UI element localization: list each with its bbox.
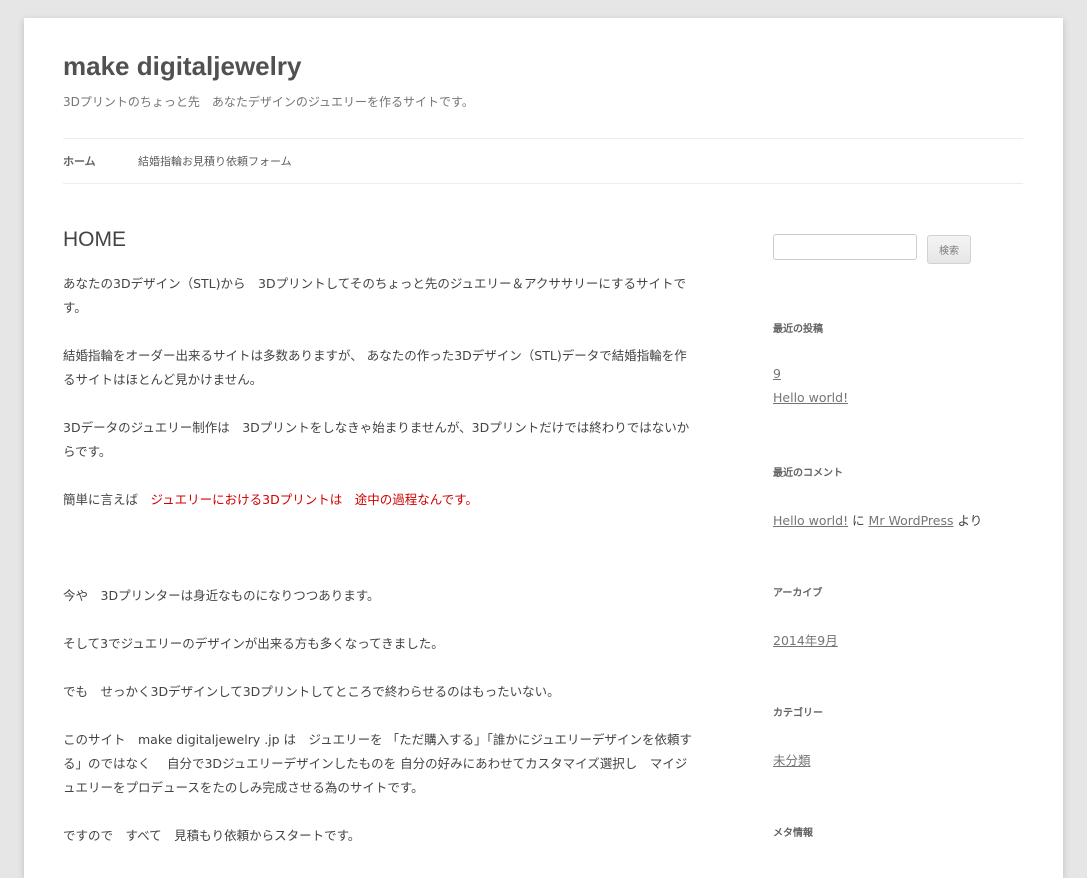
- categories-title: カテゴリー: [773, 708, 823, 719]
- paragraph: そして3でジュエリーのデザインが出来る方も多くなってきました。: [63, 636, 444, 651]
- comment-suffix: より: [953, 513, 983, 528]
- page-container: make digitaljewelry 3Dプリントのちょっと先 あなたデザイン…: [24, 18, 1063, 878]
- paragraph: ですので すべて 見積もり依頼からスタートです。: [63, 828, 361, 843]
- paragraph: 簡単に言えば ジュエリーにおける3Dプリントは 途中の過程なんです。: [63, 488, 693, 512]
- recent-comments-title: 最近のコメント: [773, 468, 843, 479]
- site-description: 3Dプリントのちょっと先 あなたデザインのジュエリーを作るサイトです。: [63, 95, 474, 109]
- entry-content: あなたの3Dデザイン（STL)から 3Dプリントしてそのちょっと先のジュエリー＆…: [63, 272, 693, 848]
- paragraph: 3Dデータのジュエリー制作は 3Dプリントをしなきゃ始まりませんが、3Dプリント…: [63, 420, 690, 459]
- paragraph-prefix: 簡単に言えば: [63, 492, 151, 507]
- paragraph: このサイト make digitaljewelry .jp は ジュエリーを 「…: [63, 732, 693, 795]
- site-title-link[interactable]: make digitaljewelry: [63, 51, 301, 82]
- paragraph: あなたの3Dデザイン（STL)から 3Dプリントしてそのちょっと先のジュエリー＆…: [63, 276, 686, 315]
- comment-connector: に: [848, 513, 869, 528]
- archives-title: アーカイブ: [773, 588, 823, 599]
- recent-post-link[interactable]: Hello world!: [773, 390, 848, 405]
- nav-item-wedding-ring-quote-form[interactable]: 結婚指輪お見積り依頼フォーム: [138, 153, 292, 169]
- meta-title: メタ情報: [773, 828, 813, 839]
- recent-post-link[interactable]: 9: [773, 366, 781, 381]
- comment-author-link[interactable]: Mr WordPress: [869, 513, 954, 528]
- recent-posts-title: 最近の投稿: [773, 324, 823, 335]
- category-link[interactable]: 未分類: [773, 750, 811, 769]
- main-content: HOME あなたの3Dデザイン（STL)から 3Dプリントしてそのちょっと先のジ…: [63, 228, 693, 872]
- search-input[interactable]: [773, 234, 917, 260]
- highlight-text: ジュエリーにおける3Dプリントは 途中の過程なんです。: [150, 492, 478, 507]
- paragraph: 今や 3Dプリンターは身近なものになりつつあります。: [63, 588, 380, 603]
- page-title: HOME: [63, 228, 126, 251]
- search-button[interactable]: 検索: [927, 235, 971, 264]
- comment-post-link[interactable]: Hello world!: [773, 513, 848, 528]
- paragraph: でも せっかく3Dデザインして3Dプリントしてところで終わらせるのはもったいない…: [63, 684, 560, 699]
- archive-link[interactable]: 2014年9月: [773, 630, 838, 649]
- nav-item-home[interactable]: ホーム: [63, 153, 96, 169]
- paragraph: 結婚指輪をオーダー出来るサイトは多数ありますが、 あなたの作った3Dデザイン（S…: [63, 348, 687, 387]
- main-navigation: ホーム 結婚指輪お見積り依頼フォーム: [63, 138, 1023, 184]
- recent-comment-item: Hello world! に Mr WordPress より: [773, 510, 982, 529]
